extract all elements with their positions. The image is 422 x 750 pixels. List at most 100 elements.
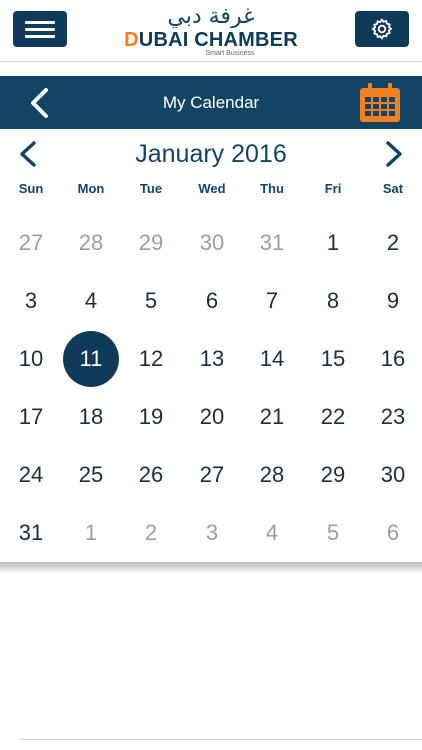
day-cell[interactable]: 6 bbox=[182, 272, 242, 330]
back-button[interactable] bbox=[24, 86, 56, 120]
day-number: 2 bbox=[144, 520, 158, 545]
day-number: 6 bbox=[205, 288, 219, 313]
day-cell[interactable]: 6 bbox=[363, 504, 422, 562]
day-number: 25 bbox=[78, 462, 104, 487]
app-header: غرفة دبي DUBAI CHAMBER Smart Business bbox=[0, 0, 422, 62]
day-cell[interactable]: 10 bbox=[1, 330, 61, 388]
day-cell[interactable]: 3 bbox=[182, 504, 242, 562]
calendar-button[interactable] bbox=[358, 82, 402, 124]
day-cell[interactable]: 21 bbox=[242, 388, 302, 446]
day-number: 2 bbox=[386, 230, 400, 255]
day-cell[interactable]: 2 bbox=[363, 214, 422, 272]
chevron-right-icon bbox=[386, 141, 402, 167]
day-number: 10 bbox=[18, 346, 44, 371]
settings-button[interactable] bbox=[355, 11, 409, 47]
day-cell[interactable]: 26 bbox=[121, 446, 181, 504]
day-cell[interactable]: 27 bbox=[182, 446, 242, 504]
day-cell[interactable]: 14 bbox=[242, 330, 302, 388]
day-cell[interactable]: 30 bbox=[363, 446, 422, 504]
day-number: 26 bbox=[138, 462, 164, 487]
calendar-icon bbox=[360, 83, 400, 122]
day-cell[interactable]: 1 bbox=[303, 214, 363, 272]
day-cell[interactable]: 5 bbox=[303, 504, 363, 562]
day-number: 17 bbox=[18, 404, 44, 429]
day-number: 13 bbox=[199, 346, 225, 371]
day-cell[interactable]: 28 bbox=[61, 214, 121, 272]
day-cell[interactable]: 4 bbox=[242, 504, 302, 562]
day-number: 24 bbox=[18, 462, 44, 487]
day-number: 30 bbox=[199, 230, 225, 255]
weekday-label: Thu bbox=[260, 181, 284, 196]
chevron-left-icon bbox=[20, 141, 36, 167]
hamburger-icon bbox=[25, 20, 55, 38]
next-month-button[interactable] bbox=[380, 139, 408, 169]
day-cell[interactable]: 29 bbox=[303, 446, 363, 504]
day-number: 30 bbox=[380, 462, 406, 487]
day-cell[interactable]: 18 bbox=[61, 388, 121, 446]
day-cell[interactable]: 15 bbox=[303, 330, 363, 388]
day-cell[interactable]: 3 bbox=[1, 272, 61, 330]
day-cell[interactable]: 5 bbox=[121, 272, 181, 330]
dubai-chamber-logo: غرفة دبي DUBAI CHAMBER Smart Business bbox=[120, 2, 302, 60]
day-number: 16 bbox=[380, 346, 406, 371]
gear-icon bbox=[371, 18, 393, 40]
day-cell[interactable]: 2 bbox=[121, 504, 181, 562]
day-number: 11 bbox=[63, 331, 119, 387]
day-cell[interactable]: 27 bbox=[1, 214, 61, 272]
weekday-header: Sun Mon Tue Wed Thu Fri Sat bbox=[0, 181, 422, 201]
day-number: 8 bbox=[326, 288, 340, 313]
day-cell[interactable]: 13 bbox=[182, 330, 242, 388]
prev-month-button[interactable] bbox=[14, 139, 42, 169]
chevron-left-icon bbox=[31, 88, 48, 118]
day-cell[interactable]: 30 bbox=[182, 214, 242, 272]
day-cell[interactable]: 16 bbox=[363, 330, 422, 388]
day-cell[interactable]: 12 bbox=[121, 330, 181, 388]
day-number: 4 bbox=[84, 288, 98, 313]
day-cell[interactable]: 31 bbox=[242, 214, 302, 272]
logo-arabic-wordmark: غرفة دبي bbox=[167, 4, 254, 28]
day-cell[interactable]: 1 bbox=[61, 504, 121, 562]
weekday-label: Sat bbox=[382, 181, 404, 196]
day-grid: 27 28 29 30 31 1 2 3 4 5 6 7 8 9 10 11 12 13 14 15 16 17 18 19 2… bbox=[0, 214, 422, 562]
weekday-label: Tue bbox=[139, 181, 163, 196]
svg-text:غرفة دبي: غرفة دبي bbox=[167, 4, 254, 28]
day-cell[interactable]: 28 bbox=[242, 446, 302, 504]
weekday-label: Mon bbox=[77, 181, 105, 196]
day-cell[interactable]: 9 bbox=[363, 272, 422, 330]
day-number: 28 bbox=[78, 230, 104, 255]
day-cell[interactable]: 25 bbox=[61, 446, 121, 504]
day-number: 19 bbox=[138, 404, 164, 429]
day-cell[interactable]: 7 bbox=[242, 272, 302, 330]
day-number: 18 bbox=[78, 404, 104, 429]
logo-tagline: Smart Business bbox=[205, 50, 255, 57]
day-number: 20 bbox=[199, 404, 225, 429]
day-number: 3 bbox=[205, 520, 219, 545]
day-cell[interactable]: 24 bbox=[1, 446, 61, 504]
day-number: 23 bbox=[380, 404, 406, 429]
day-number: 1 bbox=[84, 520, 98, 545]
day-cell[interactable]: 31 bbox=[1, 504, 61, 562]
month-label: January 2016 bbox=[135, 140, 287, 168]
day-cell[interactable]: 23 bbox=[363, 388, 422, 446]
month-navigation: January 2016 bbox=[0, 135, 422, 173]
day-cell-selected[interactable]: 11 bbox=[61, 330, 121, 388]
day-number: 27 bbox=[18, 230, 44, 255]
day-number: 31 bbox=[18, 520, 44, 545]
day-number: 6 bbox=[386, 520, 400, 545]
weekday-label: Wed bbox=[198, 181, 226, 196]
divider bbox=[20, 739, 422, 740]
day-cell[interactable]: 17 bbox=[1, 388, 61, 446]
day-number: 21 bbox=[259, 404, 285, 429]
weekday-label: Fri bbox=[324, 181, 342, 196]
day-cell[interactable]: 20 bbox=[182, 388, 242, 446]
weekday-label: Sun bbox=[18, 181, 44, 196]
day-cell[interactable]: 8 bbox=[303, 272, 363, 330]
day-cell[interactable]: 4 bbox=[61, 272, 121, 330]
day-cell[interactable]: 19 bbox=[121, 388, 181, 446]
day-cell[interactable]: 22 bbox=[303, 388, 363, 446]
day-number: 1 bbox=[326, 230, 340, 255]
day-number: 14 bbox=[259, 346, 285, 371]
menu-button[interactable] bbox=[13, 11, 67, 47]
day-cell[interactable]: 29 bbox=[121, 214, 181, 272]
day-number: 5 bbox=[326, 520, 340, 545]
